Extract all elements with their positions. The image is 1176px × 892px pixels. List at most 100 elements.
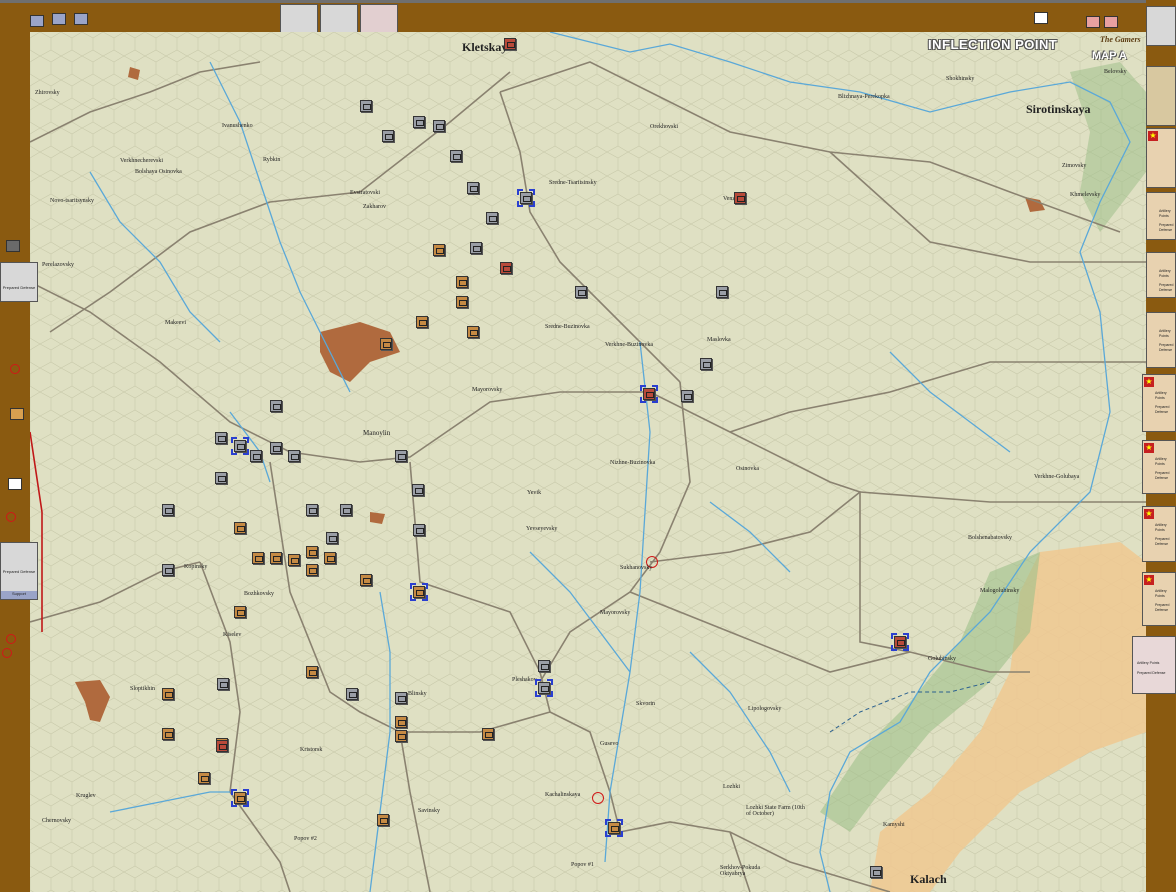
unit-counter[interactable] <box>270 552 282 564</box>
unit-counter[interactable] <box>433 120 445 132</box>
unit-counter[interactable] <box>575 286 587 298</box>
town-label: Zakharov <box>363 204 386 210</box>
unit-counter[interactable] <box>500 262 512 274</box>
unit-counter[interactable] <box>217 678 229 690</box>
unit-counter[interactable] <box>716 286 728 298</box>
side-panel[interactable]: ★ Artillery Points Prepared Defense <box>1142 572 1176 626</box>
unit-counter[interactable] <box>340 504 352 516</box>
unit-counter[interactable] <box>413 116 425 128</box>
unit-counter[interactable] <box>395 692 407 704</box>
unit-counter[interactable] <box>270 400 282 412</box>
unit-counter[interactable] <box>306 546 318 558</box>
town-label: Kachalinskaya <box>545 792 581 798</box>
unit-counter[interactable] <box>216 740 228 752</box>
unit-counter[interactable] <box>681 390 693 402</box>
left-tray-marker[interactable] <box>8 478 22 490</box>
unit-counter[interactable] <box>231 789 249 807</box>
left-support-panel-2[interactable]: Prepared Defense Support <box>0 542 38 600</box>
unit-counter[interactable] <box>215 472 227 484</box>
unit-counter[interactable] <box>450 150 462 162</box>
unit-counter[interactable] <box>162 688 174 700</box>
unit-counter[interactable] <box>456 296 468 308</box>
tray-marker-4[interactable] <box>1034 12 1048 24</box>
unit-counter[interactable] <box>467 182 479 194</box>
unit-counter[interactable] <box>482 728 494 740</box>
side-panel[interactable]: ★ Artillery Points Prepared Defense <box>1142 374 1176 432</box>
unit-counter[interactable] <box>250 450 262 462</box>
side-panel[interactable]: ★ Artillery Points Prepared Defense <box>1142 506 1176 562</box>
map-subtitle: MAP A <box>1092 50 1127 62</box>
objective-marker[interactable] <box>2 648 12 658</box>
unit-counter[interactable] <box>234 522 246 534</box>
unit-counter[interactable] <box>605 819 623 837</box>
unit-counter[interactable] <box>162 564 174 576</box>
tray-marker-6[interactable] <box>1104 16 1118 28</box>
unit-counter[interactable] <box>538 660 550 672</box>
unit-counter[interactable] <box>395 730 407 742</box>
tray-marker-2[interactable] <box>52 13 66 25</box>
unit-counter[interactable] <box>288 554 300 566</box>
unit-counter[interactable] <box>306 504 318 516</box>
unit-counter[interactable] <box>891 633 909 651</box>
unit-counter[interactable] <box>504 38 516 50</box>
unit-counter[interactable] <box>486 212 498 224</box>
left-panel-text: Prepared Defense <box>2 285 36 290</box>
side-panel[interactable]: Artillery Points Prepared Defense <box>1146 312 1176 368</box>
unit-counter[interactable] <box>326 532 338 544</box>
unit-counter[interactable] <box>535 679 553 697</box>
unit-counter[interactable] <box>433 244 445 256</box>
unit-counter[interactable] <box>234 606 246 618</box>
unit-counter[interactable] <box>456 276 468 288</box>
unit-counter[interactable] <box>467 326 479 338</box>
unit-counter[interactable] <box>231 437 249 455</box>
unit-counter[interactable] <box>413 524 425 536</box>
unit-counter[interactable] <box>517 189 535 207</box>
side-panel[interactable]: ★ <box>1146 128 1176 188</box>
unit-counter[interactable] <box>162 728 174 740</box>
unit-counter[interactable] <box>288 450 300 462</box>
left-tray-marker[interactable] <box>10 408 24 420</box>
unit-counter[interactable] <box>382 130 394 142</box>
unit-counter[interactable] <box>870 866 882 878</box>
unit-counter[interactable] <box>640 385 658 403</box>
side-panel[interactable]: Artillery Points Prepared Defense <box>1132 636 1176 694</box>
left-tray-marker[interactable] <box>6 240 20 252</box>
side-panel[interactable]: Artillery Points Prepared Defense <box>1146 252 1176 298</box>
side-panel[interactable] <box>1146 66 1176 126</box>
town-label: Nizhne-Buzinovka <box>610 460 656 466</box>
unit-counter[interactable] <box>306 564 318 576</box>
objective-marker[interactable] <box>6 512 16 522</box>
unit-counter[interactable] <box>470 242 482 254</box>
unit-counter[interactable] <box>395 450 407 462</box>
unit-counter[interactable] <box>324 552 336 564</box>
unit-counter[interactable] <box>198 772 210 784</box>
left-support-panel[interactable]: Prepared Defense <box>0 262 38 302</box>
unit-counter[interactable] <box>410 583 428 601</box>
side-panel[interactable]: Artillery Points Prepared Defense <box>1146 192 1176 240</box>
unit-counter[interactable] <box>215 432 227 444</box>
tray-marker-1[interactable] <box>30 15 44 27</box>
unit-counter[interactable] <box>360 574 372 586</box>
unit-counter[interactable] <box>270 442 282 454</box>
unit-counter[interactable] <box>252 552 264 564</box>
unit-counter[interactable] <box>360 100 372 112</box>
tray-marker-5[interactable] <box>1086 16 1100 28</box>
unit-counter[interactable] <box>306 666 318 678</box>
game-map[interactable]: Kletskaya Sirotinskaya Kalach Zhirovsky … <box>30 32 1146 892</box>
town-label: Evstratovski <box>350 190 380 196</box>
unit-counter[interactable] <box>412 484 424 496</box>
unit-counter[interactable] <box>700 358 712 370</box>
unit-counter[interactable] <box>395 716 407 728</box>
tray-marker-3[interactable] <box>74 13 88 25</box>
unit-counter[interactable] <box>377 814 389 826</box>
objective-marker[interactable] <box>10 364 20 374</box>
unit-counter[interactable] <box>346 688 358 700</box>
side-panel[interactable] <box>1146 6 1176 46</box>
unit-counter[interactable] <box>416 316 428 328</box>
objective-marker[interactable] <box>592 792 604 804</box>
unit-counter[interactable] <box>734 192 746 204</box>
side-panel[interactable]: ★ Artillery Points Prepared Defense <box>1142 440 1176 494</box>
unit-counter[interactable] <box>162 504 174 516</box>
unit-counter[interactable] <box>380 338 392 350</box>
objective-marker[interactable] <box>6 634 16 644</box>
